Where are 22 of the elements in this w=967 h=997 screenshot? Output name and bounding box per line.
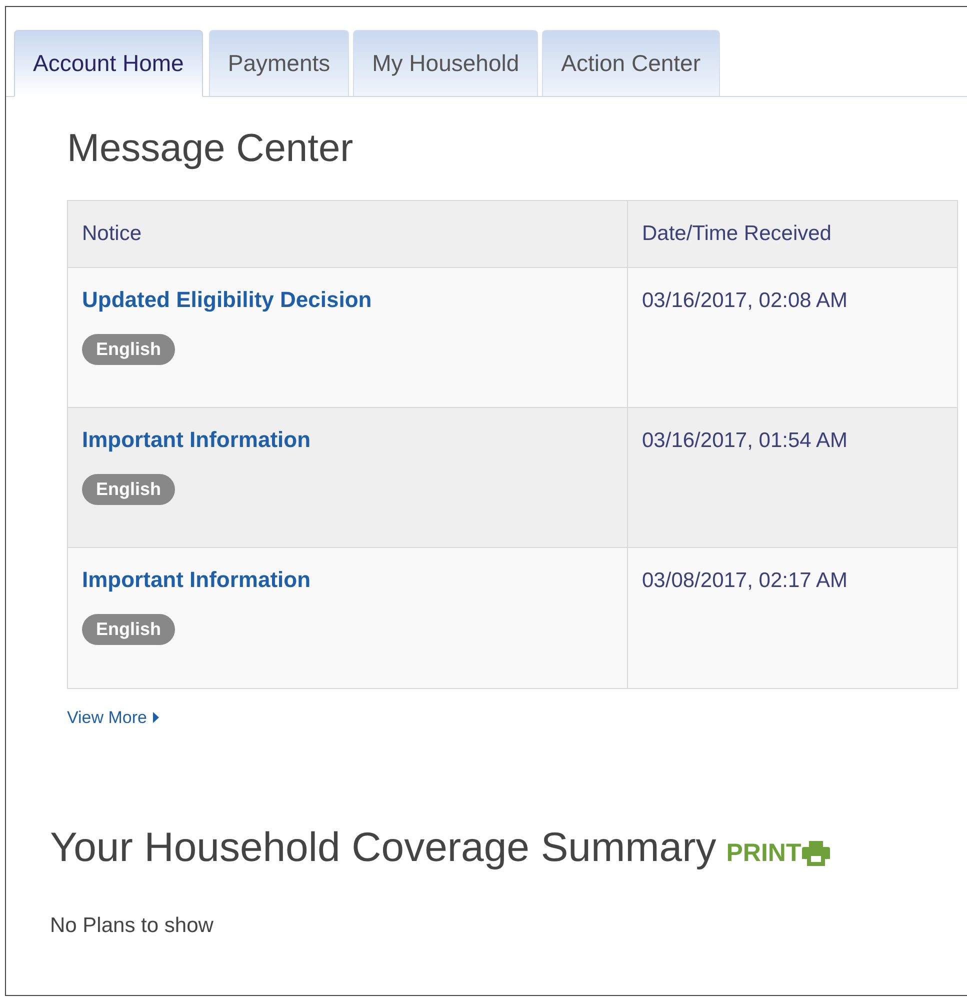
section-title: Your Household Coverage Summary	[50, 827, 716, 868]
caret-right-icon	[153, 712, 159, 724]
table-cell-text: 03/16/2017, 01:54 AM	[641, 428, 848, 454]
tab[interactable]: Action Center	[542, 30, 720, 96]
print-button[interactable]: PRINT	[726, 841, 830, 866]
language-tag[interactable]: English	[82, 474, 176, 504]
empty-message: No Plans to show	[50, 913, 214, 939]
column-header: Notice	[68, 201, 628, 267]
notice-link[interactable]: Important Information	[82, 566, 311, 594]
section-title: Message Center	[67, 129, 354, 168]
table-cell-text: 03/08/2017, 02:17 AM	[641, 568, 848, 594]
view-more-link[interactable]: View More	[67, 705, 159, 730]
column-header: Date/Time Received	[641, 221, 832, 248]
table-cell-text: 03/16/2017, 02:08 AM	[641, 288, 848, 314]
language-tag[interactable]: English	[82, 334, 176, 364]
tab[interactable]: Payments	[208, 30, 350, 96]
tab[interactable]: My Household	[353, 30, 538, 96]
language-tag[interactable]: English	[82, 614, 176, 644]
notice-link[interactable]: Important Information	[82, 426, 311, 454]
tab[interactable]: Account Home	[14, 30, 203, 97]
printer-icon	[802, 841, 830, 866]
notice-link[interactable]: Updated Eligibility Decision	[82, 286, 372, 314]
